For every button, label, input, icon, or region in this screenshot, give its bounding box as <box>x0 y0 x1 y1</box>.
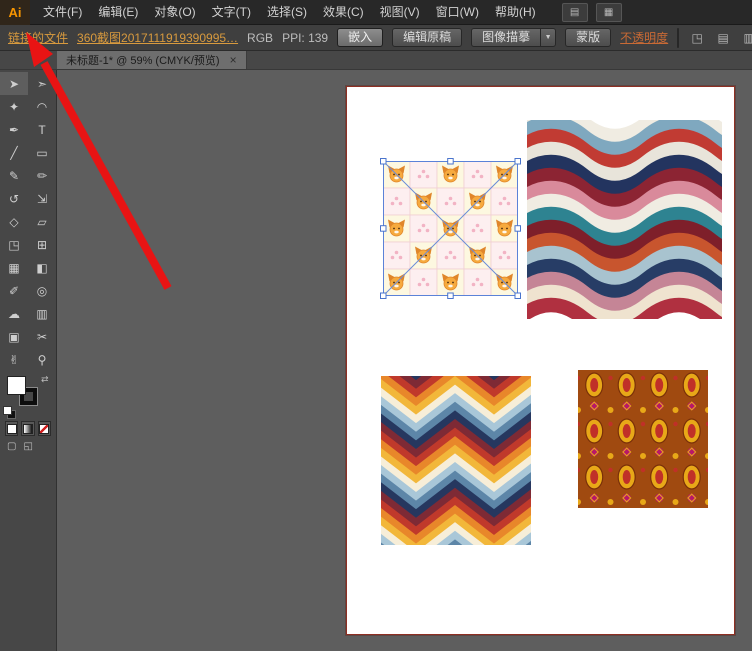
eyedropper-tool[interactable]: ✐ <box>0 279 28 302</box>
style-dropdown-icon[interactable]: ◳ <box>688 30 706 46</box>
canvas[interactable] <box>57 70 752 651</box>
menu-bar-icons: ▤ ▦ <box>561 2 622 22</box>
opacity-label[interactable]: 不透明度 <box>620 29 668 46</box>
color-button[interactable] <box>5 421 19 436</box>
pen-tool[interactable]: ✒ <box>0 118 28 141</box>
gradient-button[interactable] <box>21 421 35 436</box>
ppi-label: PPI: 139 <box>282 30 329 45</box>
artboard-tool[interactable]: ▣ <box>0 325 28 348</box>
width-tool[interactable]: ◇ <box>0 210 28 233</box>
line-segment-tool[interactable]: ╱ <box>0 141 28 164</box>
draw-mode-icon[interactable]: ▢ <box>7 441 16 452</box>
symbol-sprayer-tool[interactable]: ☁ <box>0 302 28 325</box>
menu-select[interactable]: 选择(S) <box>259 0 315 25</box>
tools-panel: ➤ ➣ ✦ ◠ ✒ T ╱ ▭ ✎ ✏ ↺ ⇲ ◇ ▱ ◳ ⊞ ▦ ◧ ✐ ◎ ☁ ▥ ▣ ✂ ✌ ⚲ ⇄ ▢ ◱ <box>0 70 57 651</box>
document-tab[interactable]: 未标题-1* @ 59% (CMYK/预览) × <box>57 51 247 69</box>
linked-file-label[interactable]: 链接的文件 <box>8 29 68 46</box>
document-tab-title: 未标题-1* @ 59% (CMYK/预览) <box>66 55 220 67</box>
document-tab-bar: 未标题-1* @ 59% (CMYK/预览) × <box>0 51 752 70</box>
tools-grid: ➤ ➣ ✦ ◠ ✒ T ╱ ▭ ✎ ✏ ↺ ⇲ ◇ ▱ ◳ ⊞ ▦ ◧ ✐ ◎ ☁ ▥ ▣ ✂ ✌ ⚲ <box>0 70 56 371</box>
scale-tool[interactable]: ⇲ <box>28 187 56 210</box>
color-mode-label: RGB <box>247 30 274 45</box>
transform-panel-icon[interactable]: ▥ <box>740 30 752 46</box>
type-tool[interactable]: T <box>28 118 56 141</box>
align-panel-icon[interactable]: ▤ <box>714 30 732 46</box>
wave-pattern-graphic <box>527 120 722 319</box>
bridge-icon[interactable]: ▤ <box>561 2 588 22</box>
wave-pattern-image[interactable] <box>527 120 722 319</box>
free-transform-tool[interactable]: ▱ <box>28 210 56 233</box>
menu-effect[interactable]: 效果(C) <box>315 0 372 25</box>
menu-file[interactable]: 文件(F) <box>35 0 90 25</box>
default-fill-stroke-icon[interactable] <box>3 406 16 419</box>
opacity-value: 100% <box>678 29 679 47</box>
swap-fill-stroke-icon[interactable]: ⇄ <box>41 374 49 385</box>
image-trace-dropdown-icon[interactable]: ▼ <box>541 28 557 47</box>
color-mode-buttons <box>0 419 56 438</box>
image-trace-split-button: 图像描摹 ▼ <box>471 28 557 47</box>
menu-bar: Ai 文件(F) 编辑(E) 对象(O) 文字(T) 选择(S) 效果(C) 视图(V) 窗口… <box>0 0 752 25</box>
tab-close-icon[interactable]: × <box>230 53 237 67</box>
illustrator-window: Ai 文件(F) 编辑(E) 对象(O) 文字(T) 选择(S) 效果(C) 视图(V) 窗口… <box>0 0 752 651</box>
slice-tool[interactable]: ✂ <box>28 325 56 348</box>
menu-view[interactable]: 视图(V) <box>372 0 428 25</box>
mesh-tool[interactable]: ▦ <box>0 256 28 279</box>
chevron-pattern-graphic <box>381 376 531 545</box>
cat-pattern-image[interactable] <box>380 158 521 299</box>
image-trace-button[interactable]: 图像描摹 <box>471 28 542 47</box>
ornate-pattern-image[interactable] <box>578 370 708 508</box>
pencil-tool[interactable]: ✏ <box>28 164 56 187</box>
zoom-tool[interactable]: ⚲ <box>28 348 56 371</box>
menu-window[interactable]: 窗口(W) <box>428 0 487 25</box>
shape-builder-tool[interactable]: ◳ <box>0 233 28 256</box>
opacity-select[interactable]: 100% ▼ <box>677 27 680 48</box>
gradient-tool[interactable]: ◧ <box>28 256 56 279</box>
mask-button[interactable]: 蒙版 <box>565 28 612 47</box>
control-bar-icons: ◳▤▥▦≡ <box>688 30 752 46</box>
app-logo: Ai <box>0 0 30 25</box>
blend-tool[interactable]: ◎ <box>28 279 56 302</box>
column-graph-tool[interactable]: ▥ <box>28 302 56 325</box>
screen-mode-icon[interactable]: ◱ <box>23 441 32 452</box>
control-bar: 链接的文件 360截图2017111919390995… RGB PPI: 13… <box>0 25 752 51</box>
artboard[interactable] <box>346 86 735 635</box>
menu-type[interactable]: 文字(T) <box>204 0 259 25</box>
rectangle-tool[interactable]: ▭ <box>28 141 56 164</box>
linked-file-name[interactable]: 360截图2017111919390995… <box>77 29 238 46</box>
chevron-pattern-image[interactable] <box>381 376 531 545</box>
embed-button[interactable]: 嵌入 <box>337 28 384 47</box>
hand-tool[interactable]: ✌ <box>0 348 28 371</box>
perspective-grid-tool[interactable]: ⊞ <box>28 233 56 256</box>
none-button[interactable] <box>37 421 51 436</box>
menu-object[interactable]: 对象(O) <box>146 0 203 25</box>
fill-color-swatch[interactable] <box>7 376 26 395</box>
menu-edit[interactable]: 编辑(E) <box>90 0 146 25</box>
magic-wand-tool[interactable]: ✦ <box>0 95 28 118</box>
rotate-tool[interactable]: ↺ <box>0 187 28 210</box>
menu-items: 文件(F) 编辑(E) 对象(O) 文字(T) 选择(S) 效果(C) 视图(V) 窗口(W)… <box>35 0 544 25</box>
selection-tool[interactable]: ➤ <box>0 72 28 95</box>
ornate-pattern-graphic <box>578 370 708 508</box>
lasso-tool[interactable]: ◠ <box>28 95 56 118</box>
menu-help[interactable]: 帮助(H) <box>487 0 544 25</box>
fill-stroke-swatches: ⇄ <box>0 373 56 419</box>
workspace-switcher-icon[interactable]: ▦ <box>595 2 622 22</box>
mode-buttons: ▢ ◱ <box>0 438 56 455</box>
default-fill-mini <box>3 406 12 415</box>
direct-selection-tool[interactable]: ➣ <box>28 72 56 95</box>
cat-pattern-graphic <box>383 161 518 296</box>
edit-original-button[interactable]: 编辑原稿 <box>392 28 463 47</box>
paintbrush-tool[interactable]: ✎ <box>0 164 28 187</box>
